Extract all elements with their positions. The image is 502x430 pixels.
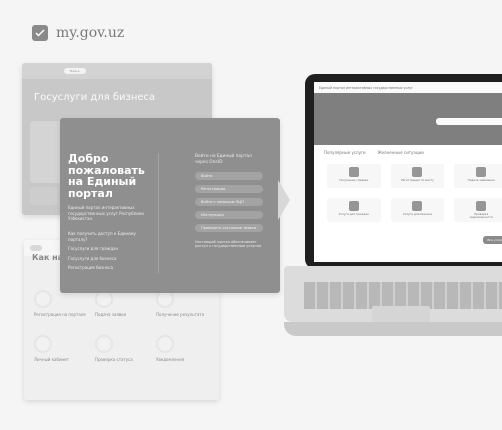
center-divider — [158, 153, 159, 273]
bottom-left-item-1-label: Регистрация на портале — [34, 312, 86, 317]
portal-tile-3[interactable]: Подача заявления — [454, 164, 502, 188]
login-title: Войти на Единый портал через OneID — [195, 154, 252, 165]
portal-tab-2[interactable]: Жизненные ситуации — [378, 150, 424, 155]
portal-tab-1[interactable]: Популярные услуги — [324, 150, 366, 155]
portal-tile-2-label: Регистрация по месту — [401, 178, 434, 182]
top-left-search-button[interactable]: Поиск — [64, 68, 86, 74]
instruction-button[interactable]: Инструкция — [195, 210, 263, 219]
center-login-box: Войти на Единый портал через OneID Войти… — [195, 154, 263, 249]
screenshot-canvas: my.gov.uz Поиск Госуслуги для бизнеса Ка… — [0, 0, 502, 430]
login-button[interactable]: Войти — [195, 171, 263, 180]
bottom-left-item-4-label: Личный кабинет — [34, 357, 69, 363]
step-6-icon — [156, 335, 174, 354]
service-icon — [476, 167, 487, 177]
portal-tile-1-label: Получение справки — [339, 178, 369, 182]
service-icon — [348, 201, 359, 211]
portal-title: Единый портал интерактивных государствен… — [319, 85, 413, 90]
center-body: Единый портал интерактивных государствен… — [68, 205, 144, 221]
portal-tile-1[interactable]: Получение справки — [327, 164, 381, 188]
portal-tabs: Популярные услуги Жизненные ситуации — [314, 145, 502, 158]
portal-grid: Получение справки Регистрация по месту П… — [314, 158, 502, 222]
laptop: Единый портал интерактивных государствен… — [284, 72, 502, 372]
step-5-icon — [95, 335, 113, 354]
bottom-left-item-5: Проверка статуса — [95, 335, 150, 362]
center-title-line-1: Добро пожаловать — [68, 152, 145, 177]
keyboard-keys — [304, 282, 502, 309]
laptop-base — [284, 258, 502, 370]
top-left-topbar: Поиск — [22, 63, 212, 79]
bottom-left-item-6-label: Уведомления — [156, 357, 185, 363]
center-title-line-2: на Единый портал — [68, 175, 137, 200]
step-1-icon — [34, 290, 52, 308]
status-button[interactable]: Проверить состояние заявки — [195, 223, 263, 232]
portal-tile-2[interactable]: Регистрация по месту — [390, 164, 445, 188]
bottom-left-item-5-label: Проверка статуса — [95, 357, 133, 363]
bottom-left-item-3: Получение результата — [156, 290, 211, 317]
center-links: Как получить доступ к Единому порталу? Г… — [68, 231, 154, 270]
portal-tile-4-label: Услуги для граждан — [338, 212, 369, 216]
service-icon — [412, 201, 423, 211]
eds-button[interactable]: Войти с помощью ЭЦП — [195, 197, 263, 206]
laptop-screen: Единый портал интерактивных государствен… — [314, 82, 502, 262]
center-link-4[interactable]: Регистрация бизнеса — [68, 265, 154, 270]
service-icon — [476, 201, 487, 211]
portal-tile-6-label: Проверка задолженности — [469, 212, 493, 220]
bottom-left-grid: Регистрация на портале Подача заявки Пол… — [34, 290, 211, 363]
portal-nav: Единый портал интерактивных государствен… — [314, 82, 502, 93]
center-footer-note: Настоящий портал обеспечивает доступ к г… — [195, 239, 262, 249]
bottom-left-item-6: Уведомления — [156, 335, 211, 362]
center-panel: Добро пожаловать на Единый портал Единый… — [60, 118, 280, 293]
portal-tile-3-label: Подача заявления — [467, 178, 495, 182]
top-left-avatar — [30, 187, 58, 205]
login-buttons: Войти Регистрация Войти с помощью ЭЦП Ин… — [195, 171, 263, 232]
bottom-left-item-2: Подача заявки — [95, 290, 150, 317]
brand-text: my.gov.uz — [56, 25, 125, 41]
bottom-left-mini-button[interactable] — [30, 245, 42, 251]
portal-search[interactable] — [436, 118, 502, 125]
center-link-3[interactable]: Госуслуги для бизнеса — [68, 256, 154, 261]
register-button[interactable]: Регистрация — [195, 184, 263, 193]
check-icon — [32, 25, 48, 41]
brand-header: my.gov.uz — [32, 25, 124, 41]
portal-hero — [314, 93, 502, 145]
bottom-left-item-1: Регистрация на портале — [34, 290, 89, 317]
portal-all-services-button[interactable]: Все услуги — [483, 236, 502, 244]
bottom-left-item-2-label: Подача заявки — [95, 312, 127, 317]
service-icon — [412, 167, 423, 177]
bottom-left-item-3-label: Получение результата — [156, 312, 205, 317]
arrow-right-icon — [278, 180, 290, 220]
portal-tile-5[interactable]: Услуги для бизнеса — [390, 198, 445, 222]
portal-tile-6[interactable]: Проверка задолженности — [454, 198, 502, 222]
portal-tile-5-label: Услуги для бизнеса — [402, 212, 432, 216]
center-link-2[interactable]: Госуслуги для граждан — [68, 246, 154, 251]
service-icon — [348, 167, 359, 177]
bottom-left-item-4: Личный кабинет — [34, 335, 89, 362]
center-link-1[interactable]: Как получить доступ к Единому порталу? — [68, 231, 154, 242]
top-left-title: Госуслуги для бизнеса — [34, 92, 156, 103]
portal-tile-4[interactable]: Услуги для граждан — [327, 198, 381, 222]
laptop-lower-edge — [284, 322, 502, 336]
step-4-icon — [34, 335, 52, 354]
center-copy: Добро пожаловать на Единый портал Единый… — [68, 153, 154, 270]
